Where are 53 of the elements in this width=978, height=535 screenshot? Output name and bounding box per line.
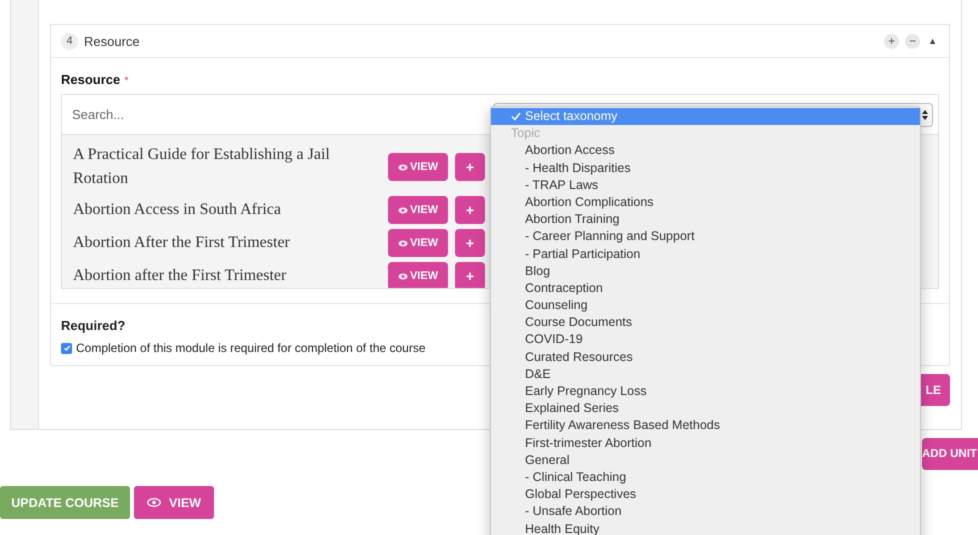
view-button[interactable]: VIEW — [388, 229, 448, 257]
eye-icon — [398, 206, 408, 214]
add-button[interactable]: + — [455, 196, 485, 224]
dropdown-option[interactable]: Health Equity — [491, 520, 920, 535]
dropdown-option[interactable]: Fertility Awareness Based Methods — [491, 417, 920, 435]
dropdown-option[interactable]: D&E — [491, 366, 920, 383]
checkbox[interactable] — [61, 342, 72, 354]
resource-title: Abortion after the First Trimester — [73, 266, 288, 286]
add-unit-button[interactable]: ADD UNIT — [922, 438, 978, 470]
option-group-label: Topic — [510, 125, 542, 142]
dropdown-option[interactable]: Abortion Training — [491, 211, 920, 228]
view-button[interactable]: VIEW — [388, 262, 448, 288]
add-button[interactable]: + — [455, 153, 485, 181]
field-label: Resource — [61, 72, 120, 87]
dropdown-option[interactable]: Blog — [491, 262, 920, 280]
dropdown-option[interactable]: Contraception — [491, 280, 920, 298]
module-number: 4 — [61, 32, 78, 50]
add-icon[interactable]: + — [884, 34, 900, 48]
eye-icon — [398, 240, 408, 246]
eye-icon — [398, 272, 408, 280]
dropdown-option[interactable]: Early Pregnancy Loss — [491, 383, 920, 400]
view-button[interactable]: VIEW — [388, 196, 448, 224]
dropdown-option[interactable]: First-trimester Abortion — [491, 434, 920, 452]
required-mark: * — [124, 75, 129, 87]
check-icon — [511, 112, 521, 122]
dropdown-option[interactable]: COVID-19 — [491, 331, 920, 349]
dropdown-option[interactable]: - TRAP Laws — [491, 176, 920, 194]
resource-title: Abortion Access in South Africa — [73, 200, 282, 220]
dropdown-option[interactable]: - Unsafe Abortion — [491, 503, 920, 520]
dropdown-option[interactable]: - Health Disparities — [491, 160, 920, 177]
dropdown-option[interactable]: - Clinical Teaching — [491, 468, 920, 486]
dropdown-option[interactable]: Counseling — [491, 297, 920, 314]
checkbox-label: Completion of this module is required for completion of the course — [76, 341, 426, 355]
dropdown-option[interactable]: Abortion Complications — [491, 194, 920, 212]
dropdown-option[interactable]: - Partial Participation — [491, 246, 920, 263]
eye-icon — [398, 164, 408, 170]
remove-icon[interactable]: − — [905, 34, 920, 48]
dropdown-option[interactable]: Course Documents — [491, 314, 920, 332]
view-button[interactable]: VIEW — [388, 153, 448, 181]
required-heading: Required? — [61, 318, 126, 333]
view-button[interactable]: VIEW — [134, 486, 214, 519]
dropdown-option[interactable]: Abortion Access — [491, 142, 920, 160]
add-button[interactable]: + — [455, 262, 485, 288]
dropdown-option[interactable]: Explained Series — [491, 400, 920, 418]
eye-icon — [147, 498, 162, 507]
dropdown-option[interactable]: - Career Planning and Support — [491, 228, 920, 246]
dropdown-option[interactable]: General — [491, 452, 920, 469]
dropdown-option[interactable]: Curated Resources — [491, 348, 920, 366]
resource-title: A Practical Guide for Establishing a Jail Rotation — [73, 145, 331, 189]
module-title: Resource — [84, 34, 140, 48]
resource-title: Abortion After the First Trimester — [73, 233, 291, 253]
add-button[interactable]: + — [455, 229, 485, 257]
dropdown-option[interactable]: Global Perspectives — [491, 486, 920, 504]
